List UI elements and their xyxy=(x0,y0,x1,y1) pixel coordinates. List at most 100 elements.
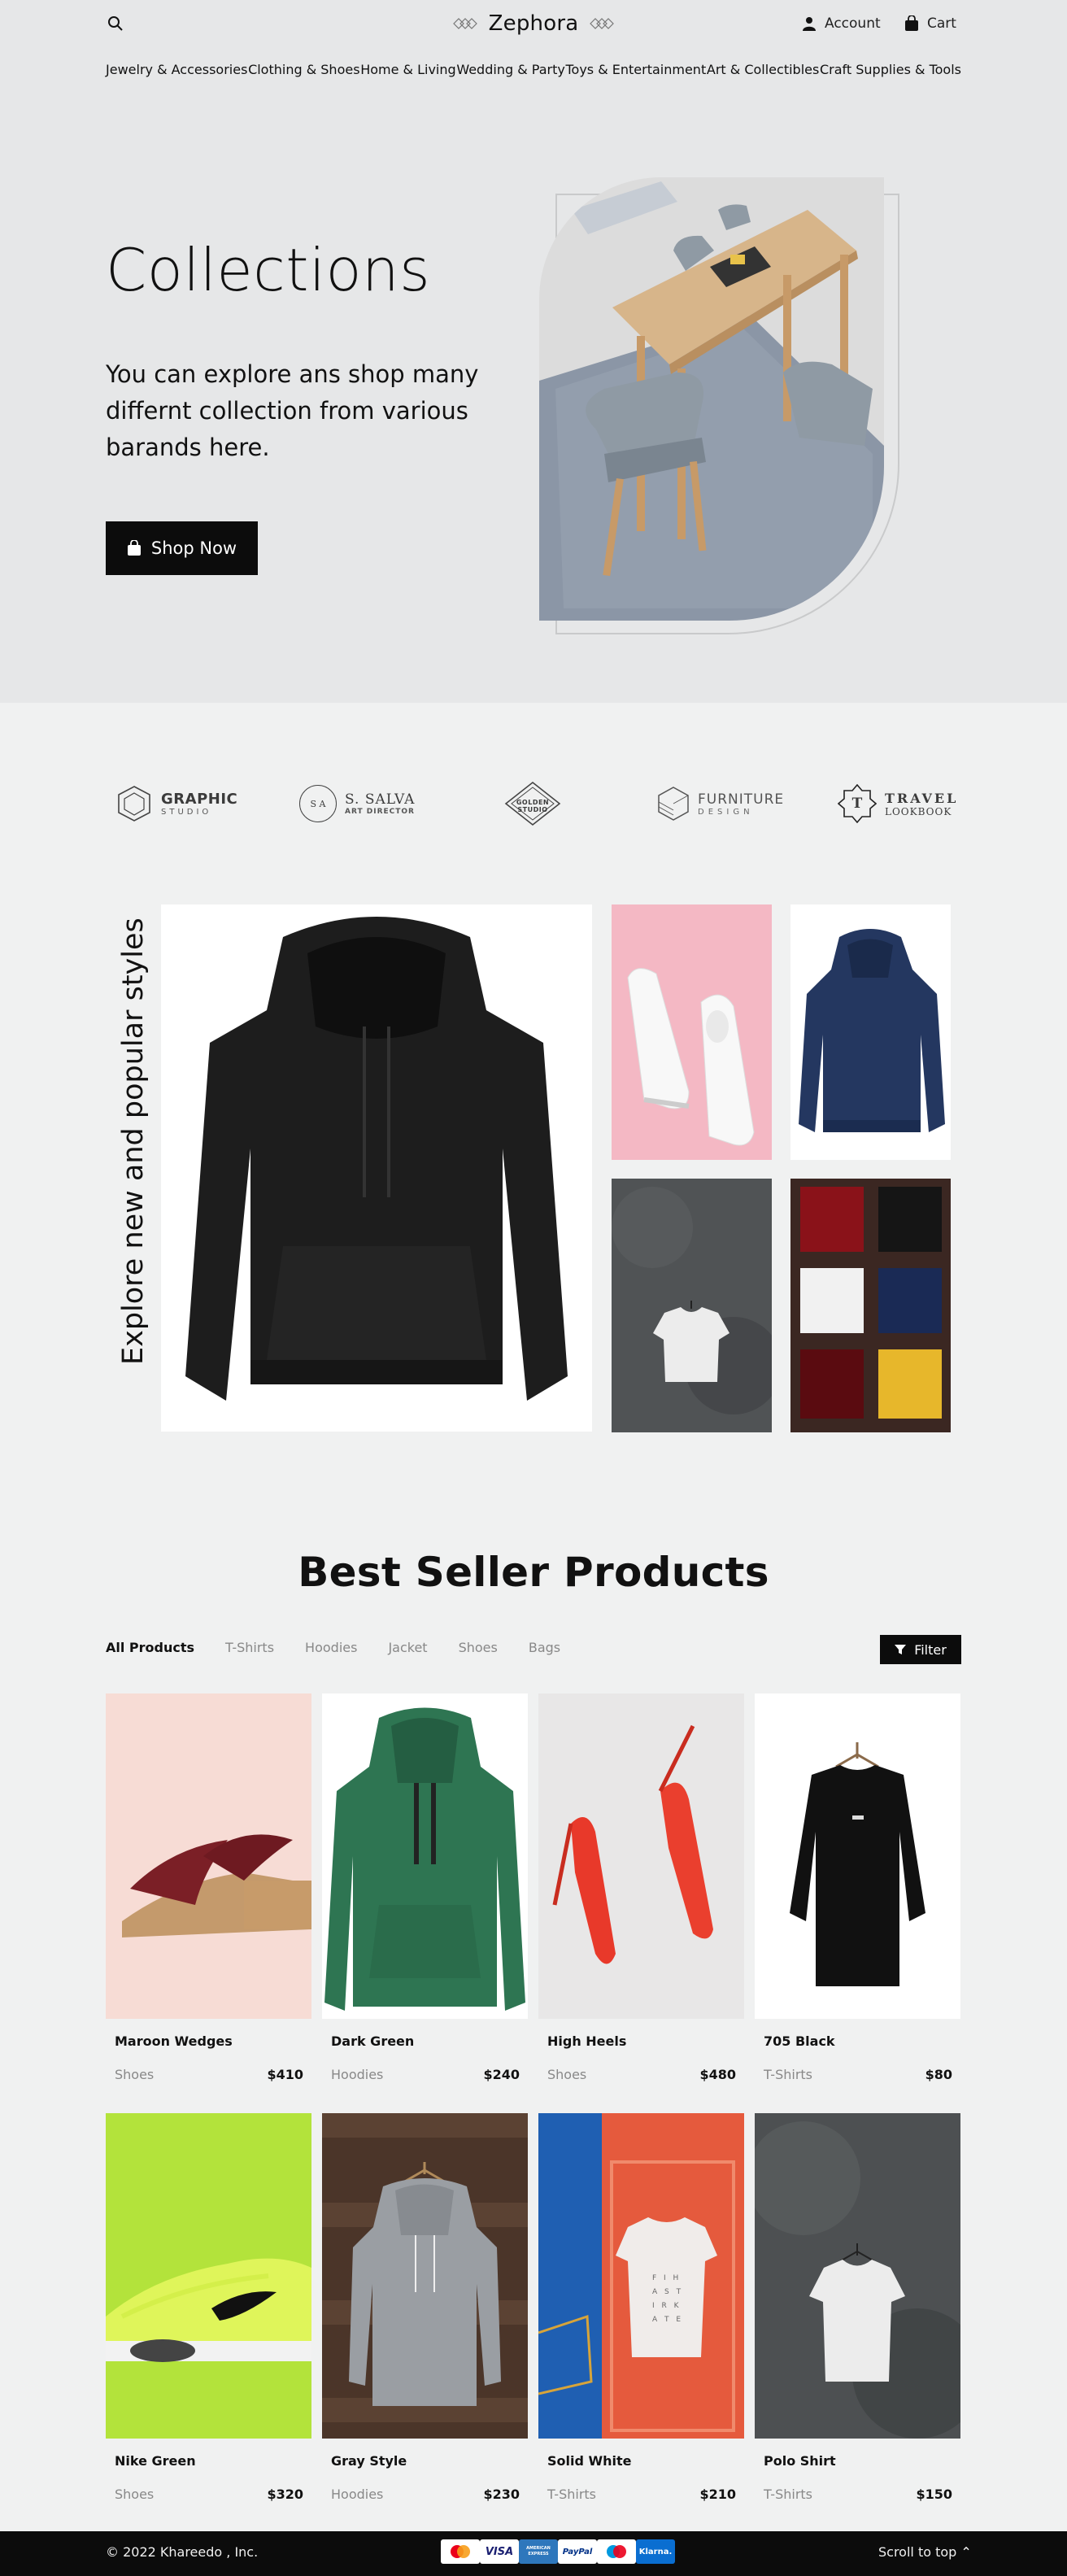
nav-item-jewelry[interactable]: Jewelry & Accessories xyxy=(106,62,247,77)
product-category: Shoes xyxy=(115,2487,155,2502)
nav-item-art[interactable]: Art & Collectibles xyxy=(707,62,819,77)
product-image-gray-style[interactable] xyxy=(322,2113,528,2439)
tab-hoodies[interactable]: Hoodies xyxy=(305,1640,357,1655)
brand-logo-name: GOLDEN STUDIO xyxy=(516,799,550,813)
category-nav: Jewelry & Accessories Clothing & Shoes H… xyxy=(106,62,961,77)
product-tabs: All Products T-Shirts Hoodies Jacket Sho… xyxy=(106,1640,560,1655)
brand-logo-golden-studio: GOLDEN STUDIO xyxy=(503,779,563,828)
product-name[interactable]: Gray Style xyxy=(331,2453,407,2469)
brand-logo-furniture-design: FURNITURE DESIGN xyxy=(657,779,784,828)
explore-tile-white-sneakers[interactable] xyxy=(612,904,772,1160)
user-icon xyxy=(803,17,816,31)
product-category: T-Shirts xyxy=(764,2067,813,2082)
brand-logo-name: GRAPHIC xyxy=(161,791,238,808)
tab-bags[interactable]: Bags xyxy=(529,1640,560,1655)
brand-ornament-left-icon xyxy=(452,18,477,29)
product-price: $150 xyxy=(916,2487,952,2502)
product-image-high-heels[interactable] xyxy=(538,1693,744,2019)
explore-tile-black-hoodie[interactable] xyxy=(161,904,592,1432)
product-price: $230 xyxy=(483,2487,520,2502)
shop-now-label: Shop Now xyxy=(150,538,237,558)
product-name[interactable]: Solid White xyxy=(547,2453,632,2469)
hero-background xyxy=(0,0,1067,703)
cart-label: Cart xyxy=(927,15,956,32)
brand-logo-sub: STUDIO xyxy=(161,808,212,817)
account-link[interactable]: Account xyxy=(802,13,881,34)
product-category: Shoes xyxy=(115,2067,155,2082)
brand-logo-s-salva: S A S. SALVA ART DIRECTOR xyxy=(299,779,415,828)
product-category: Hoodies xyxy=(331,2487,384,2502)
filter-label: Filter xyxy=(914,1641,947,1658)
travel-badge-letter: T xyxy=(851,795,863,812)
product-price: $480 xyxy=(699,2067,736,2082)
product-name[interactable]: 705 Black xyxy=(764,2033,835,2049)
product-price: $410 xyxy=(267,2067,303,2082)
tab-t-shirts[interactable]: T-Shirts xyxy=(225,1640,274,1655)
amex-icon: AMERICAN EXPRESS xyxy=(519,2539,558,2564)
product-price: $210 xyxy=(699,2487,736,2502)
brand-logo-sub: DESIGN xyxy=(698,807,754,817)
product-category: T-Shirts xyxy=(547,2487,597,2502)
brand-logo-name: FURNITURE xyxy=(698,791,785,808)
nav-item-toys[interactable]: Toys & Entertainment xyxy=(565,62,706,77)
product-image-maroon-wedges[interactable] xyxy=(106,1693,311,2019)
brand-logo-sub: ART DIRECTOR xyxy=(345,808,415,816)
product-image-solid-white[interactable]: F I H A S T I R K A T E xyxy=(538,2113,744,2439)
cart-link[interactable]: Cart xyxy=(904,13,956,34)
explore-tile-white-tshirt[interactable] xyxy=(612,1179,772,1432)
brand-logo-sub: LOOKBOOK xyxy=(885,805,952,817)
brand-name: Zephora xyxy=(488,11,579,36)
brand-logo-name: S. SALVA xyxy=(345,791,416,808)
product-image-705-black[interactable] xyxy=(755,1693,960,2019)
shopping-bag-icon xyxy=(127,540,141,556)
product-name[interactable]: Nike Green xyxy=(115,2453,196,2469)
product-price: $240 xyxy=(483,2067,520,2082)
product-category: Hoodies xyxy=(331,2067,384,2082)
search-icon[interactable] xyxy=(107,15,124,32)
brand-ornament-right-icon xyxy=(590,18,615,29)
svg-text:I R K: I R K xyxy=(652,2302,682,2310)
product-image-polo-shirt[interactable] xyxy=(755,2113,960,2439)
best-seller-title: Best Seller Products xyxy=(298,1549,769,1596)
shop-now-button[interactable]: Shop Now xyxy=(106,521,258,575)
product-name[interactable]: High Heels xyxy=(547,2033,626,2049)
furniture-cube-icon xyxy=(658,787,689,821)
nav-item-clothing[interactable]: Clothing & Shoes xyxy=(248,62,359,77)
tab-all-products[interactable]: All Products xyxy=(106,1640,194,1655)
product-image-nike-green[interactable] xyxy=(106,2113,311,2439)
tab-jacket[interactable]: Jacket xyxy=(388,1640,427,1655)
explore-tile-navy-hoodie[interactable] xyxy=(790,904,951,1160)
explore-tile-folded-tshirts[interactable] xyxy=(790,1179,951,1432)
filter-icon xyxy=(895,1645,907,1654)
filter-button[interactable]: Filter xyxy=(880,1635,961,1664)
shopping-bag-icon xyxy=(905,15,918,31)
product-name[interactable]: Maroon Wedges xyxy=(115,2033,233,2049)
s-salva-mark: S A xyxy=(299,785,337,822)
account-label: Account xyxy=(825,15,881,32)
product-price: $320 xyxy=(267,2487,303,2502)
svg-text:A T E: A T E xyxy=(652,2316,683,2324)
product-image-dark-green[interactable] xyxy=(322,1693,528,2019)
nav-item-home[interactable]: Home & Living xyxy=(360,62,455,77)
brand-logo-name: TRAVEL xyxy=(885,790,959,806)
brand-logo[interactable]: Zephora xyxy=(387,8,680,39)
tab-shoes[interactable]: Shoes xyxy=(459,1640,498,1655)
nav-item-craft[interactable]: Craft Supplies & Tools xyxy=(820,62,961,77)
product-category: T-Shirts xyxy=(764,2487,813,2502)
brand-logo-travel-lookbook: T TRAVEL LOOKBOOK xyxy=(838,779,958,828)
nav-item-wedding[interactable]: Wedding & Party xyxy=(456,62,564,77)
svg-text:A S T: A S T xyxy=(652,2288,683,2296)
paypal-icon: PayPal xyxy=(558,2539,597,2564)
mastercard-icon xyxy=(441,2539,480,2564)
copyright-text: © 2022 Khareedo , Inc. xyxy=(106,2544,259,2560)
klarna-icon: Klarna. xyxy=(636,2539,675,2564)
scroll-to-top-link[interactable]: Scroll to top ⌃ xyxy=(878,2544,972,2560)
hero-subtitle: You can explore ans shop many differnt c… xyxy=(106,360,479,461)
product-name[interactable]: Dark Green xyxy=(331,2033,414,2049)
product-category: Shoes xyxy=(547,2067,587,2082)
svg-text:F I H: F I H xyxy=(652,2274,681,2282)
product-name[interactable]: Polo Shirt xyxy=(764,2453,836,2469)
hero-title: Collections xyxy=(106,236,431,304)
maestro-icon xyxy=(597,2539,636,2564)
product-price: $80 xyxy=(925,2067,952,2082)
